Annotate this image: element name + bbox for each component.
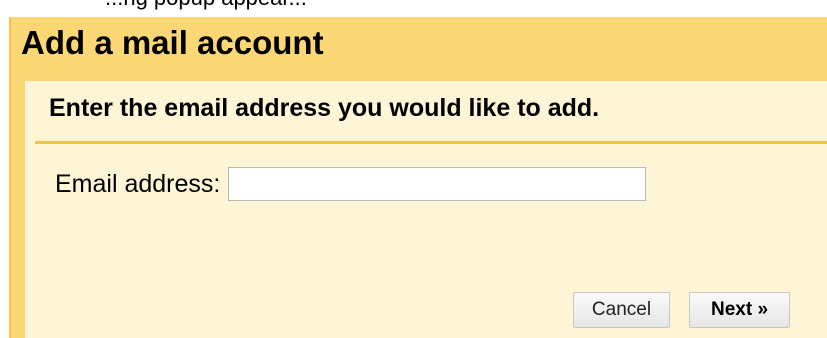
email-address-input[interactable] bbox=[228, 167, 647, 201]
dialog-body: Enter the email address you would like t… bbox=[25, 81, 827, 338]
next-button[interactable]: Next » bbox=[689, 292, 790, 328]
background-text-fragment: ...ng popup appear... bbox=[105, 0, 307, 10]
dialog-title: Add a mail account bbox=[21, 24, 324, 61]
add-mail-account-dialog: Add a mail account Enter the email addre… bbox=[9, 17, 827, 338]
email-label: Email address: bbox=[55, 169, 221, 198]
page: ...ng popup appear... Add a mail account… bbox=[0, 0, 827, 338]
instruction-heading: Enter the email address you would like t… bbox=[49, 94, 600, 122]
divider bbox=[35, 141, 827, 144]
cancel-button[interactable]: Cancel bbox=[573, 292, 670, 328]
email-row: Email address: bbox=[55, 164, 647, 204]
